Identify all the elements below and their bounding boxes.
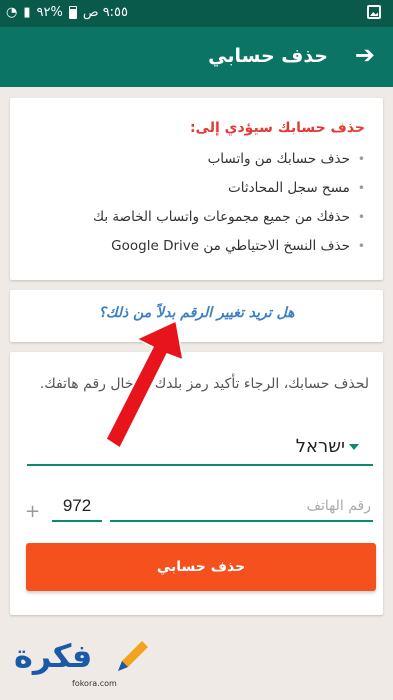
delete-account-button[interactable]: حذف حسابي	[26, 543, 376, 591]
watermark-brand: فكرة	[14, 637, 93, 675]
clock: ٩:٥٥ ص	[82, 5, 129, 20]
bullet-icon: •	[357, 152, 365, 166]
watermark-domain: fokora.com	[72, 679, 117, 688]
status-left: ٩:٥٥ ص %٩٢ ▮ ◔	[6, 5, 128, 20]
signal-icon: ▮	[23, 5, 31, 20]
bullet-icon: •	[357, 181, 365, 195]
consequences-list: •حذف حسابك من واتساب •مسح سجل المحادثات …	[22, 145, 365, 261]
status-bar: ٩:٥٥ ص %٩٢ ▮ ◔	[0, 0, 393, 27]
phone-number-input[interactable]	[110, 492, 373, 522]
battery-percent: %٩٢	[36, 5, 63, 20]
battery-icon	[68, 6, 77, 19]
page-title: حذف حسابي	[208, 45, 328, 67]
country-select[interactable]: ישראל	[27, 434, 373, 466]
change-number-card: هل تريد تغيير الرقم بدلاً من ذلك؟	[10, 290, 383, 342]
watermark-logo: فكرة fokora.com	[12, 635, 162, 690]
list-item: •حذف حسابك من واتساب	[207, 151, 365, 167]
gallery-icon	[367, 5, 381, 19]
bullet-icon: •	[357, 210, 365, 224]
delete-form-card: لحذف حسابك، الرجاء تأكيد رمز بلدك وإدخال…	[10, 352, 383, 615]
plus-sign: +	[25, 501, 41, 522]
form-description: لحذف حسابك، الرجاء تأكيد رمز بلدك وإدخال…	[39, 376, 369, 392]
list-item: •حذفك من جميع مجموعات واتساب الخاصة بك	[92, 209, 365, 225]
info-heading: حذف حسابك سيؤدي إلى:	[189, 120, 365, 136]
list-item: •مسح سجل المحادثات	[228, 180, 365, 196]
wifi-icon: ◔	[6, 5, 18, 20]
list-item: •حذف النسخ الاحتياطي من Google Drive	[111, 238, 365, 254]
dropdown-caret-icon	[349, 444, 359, 450]
arrow-right-icon[interactable]: ➔	[355, 41, 375, 69]
country-code-input[interactable]	[52, 492, 102, 522]
info-card: حذف حسابك سيؤدي إلى: •حذف حسابك من واتسا…	[10, 98, 383, 280]
app-bar: حذف حسابي ➔	[0, 27, 393, 87]
change-number-link[interactable]: هل تريد تغيير الرقم بدلاً من ذلك؟	[99, 305, 295, 321]
bullet-icon: •	[357, 239, 365, 253]
country-name: ישראל	[295, 436, 345, 457]
pencil-icon	[118, 641, 148, 671]
